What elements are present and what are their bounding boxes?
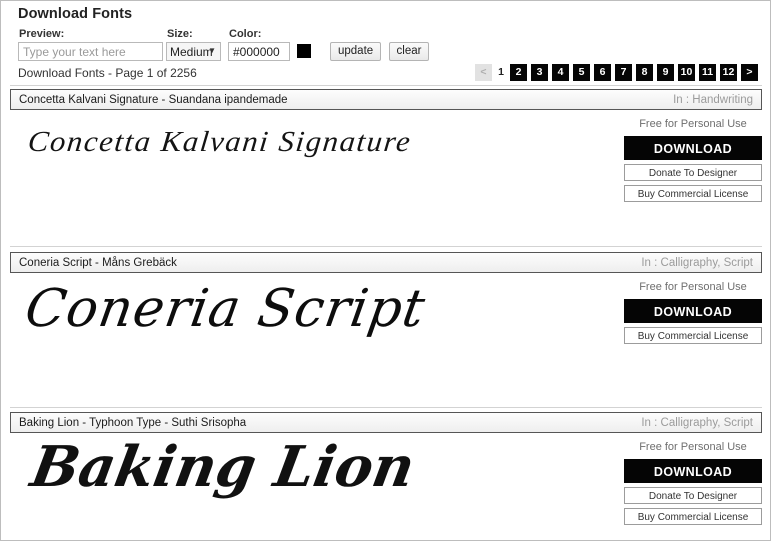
preview-field-group: Preview: (18, 29, 163, 61)
card-divider (10, 407, 762, 408)
size-label: Size: (167, 29, 221, 40)
font-card-categories: In : Calligraphy, Script (641, 417, 753, 429)
clear-button[interactable]: clear (389, 42, 430, 61)
buy-commercial-license-button[interactable]: Buy Commercial License (624, 508, 762, 525)
license-note: Free for Personal Use (624, 441, 762, 453)
browser-page: Download Fonts Preview: Size: Medium ▼ C… (0, 0, 771, 541)
update-button[interactable]: update (330, 42, 381, 61)
pagination-page-3[interactable]: 3 (531, 64, 548, 81)
size-select[interactable]: Medium (166, 42, 221, 61)
pagination-page-5[interactable]: 5 (573, 64, 590, 81)
font-card-title[interactable]: Coneria Script - Måns Grebäck (19, 257, 177, 269)
page-content: Download Fonts Preview: Size: Medium ▼ C… (1, 1, 770, 540)
download-button[interactable]: DOWNLOAD (624, 136, 762, 160)
font-card-actions: DOWNLOAD Donate To Designer Buy Commerci… (624, 459, 762, 525)
preview-label: Preview: (19, 29, 163, 40)
size-select-wrap: Medium ▼ (166, 42, 221, 61)
font-card-1: Concetta Kalvani Signature - Suandana ip… (10, 89, 762, 246)
pagination-page-6[interactable]: 6 (594, 64, 611, 81)
card-divider (10, 246, 762, 247)
font-card-body: Coneria Script Free for Personal Use DOW… (10, 273, 762, 409)
font-card-title[interactable]: Baking Lion - Typhoon Type - Suthi Sriso… (19, 417, 246, 429)
color-label: Color: (229, 29, 311, 40)
page-meta-text: Download Fonts - Page 1 of 2256 (18, 66, 197, 80)
pagination: < 1 2 3 4 5 6 7 8 9 10 11 12 > (475, 64, 758, 81)
font-card-categories: In : Calligraphy, Script (641, 257, 753, 269)
font-card-actions: DOWNLOAD Donate To Designer Buy Commerci… (624, 136, 762, 202)
license-note: Free for Personal Use (624, 118, 762, 130)
color-swatch[interactable] (297, 44, 311, 58)
pagination-page-9[interactable]: 9 (657, 64, 674, 81)
font-card-title[interactable]: Concetta Kalvani Signature - Suandana ip… (19, 94, 288, 106)
pagination-current-page: 1 (496, 64, 506, 81)
pagination-page-4[interactable]: 4 (552, 64, 569, 81)
pagination-next-button[interactable]: > (741, 64, 758, 81)
font-card-categories: In : Handwriting (673, 94, 753, 106)
buy-commercial-license-button[interactable]: Buy Commercial License (624, 185, 762, 202)
pagination-page-12[interactable]: 12 (720, 64, 737, 81)
pagination-page-7[interactable]: 7 (615, 64, 632, 81)
donate-to-designer-button[interactable]: Donate To Designer (624, 487, 762, 504)
font-card-header[interactable]: Concetta Kalvani Signature - Suandana ip… (10, 89, 762, 110)
pagination-prev-button: < (475, 64, 492, 81)
font-card-2: Coneria Script - Måns Grebäck In : Calli… (10, 252, 762, 409)
font-preview-render: Coneria Script (22, 283, 429, 335)
font-card-header[interactable]: Coneria Script - Måns Grebäck In : Calli… (10, 252, 762, 273)
pagination-page-10[interactable]: 10 (678, 64, 695, 81)
download-button[interactable]: DOWNLOAD (624, 299, 762, 323)
font-card-actions: DOWNLOAD Buy Commercial License (624, 299, 762, 344)
download-button[interactable]: DOWNLOAD (624, 459, 762, 483)
pagination-page-2[interactable]: 2 (510, 64, 527, 81)
preview-text-input[interactable] (18, 42, 163, 61)
pagination-page-11[interactable]: 11 (699, 64, 716, 81)
font-card-body: Concetta Kalvani Signature Free for Pers… (10, 110, 762, 246)
font-card-body: Baking Lion Free for Personal Use DOWNLO… (10, 433, 762, 541)
page-title: Download Fonts (18, 6, 132, 22)
font-preview-render: Concetta Kalvani Signature (26, 128, 412, 157)
font-card-3: Baking Lion - Typhoon Type - Suthi Sriso… (10, 412, 762, 541)
card-divider (10, 85, 762, 86)
font-preview-render: Baking Lion (27, 439, 419, 495)
size-field-group: Size: Medium ▼ (166, 29, 221, 61)
donate-to-designer-button[interactable]: Donate To Designer (624, 164, 762, 181)
color-field-group: Color: (228, 29, 311, 61)
color-hex-input[interactable] (228, 42, 290, 61)
pagination-page-8[interactable]: 8 (636, 64, 653, 81)
preview-toolbar: Preview: Size: Medium ▼ Color: update cl… (18, 29, 758, 61)
font-card-header[interactable]: Baking Lion - Typhoon Type - Suthi Sriso… (10, 412, 762, 433)
buy-commercial-license-button[interactable]: Buy Commercial License (624, 327, 762, 344)
license-note: Free for Personal Use (624, 281, 762, 293)
toolbar-button-row: update clear (330, 42, 429, 61)
